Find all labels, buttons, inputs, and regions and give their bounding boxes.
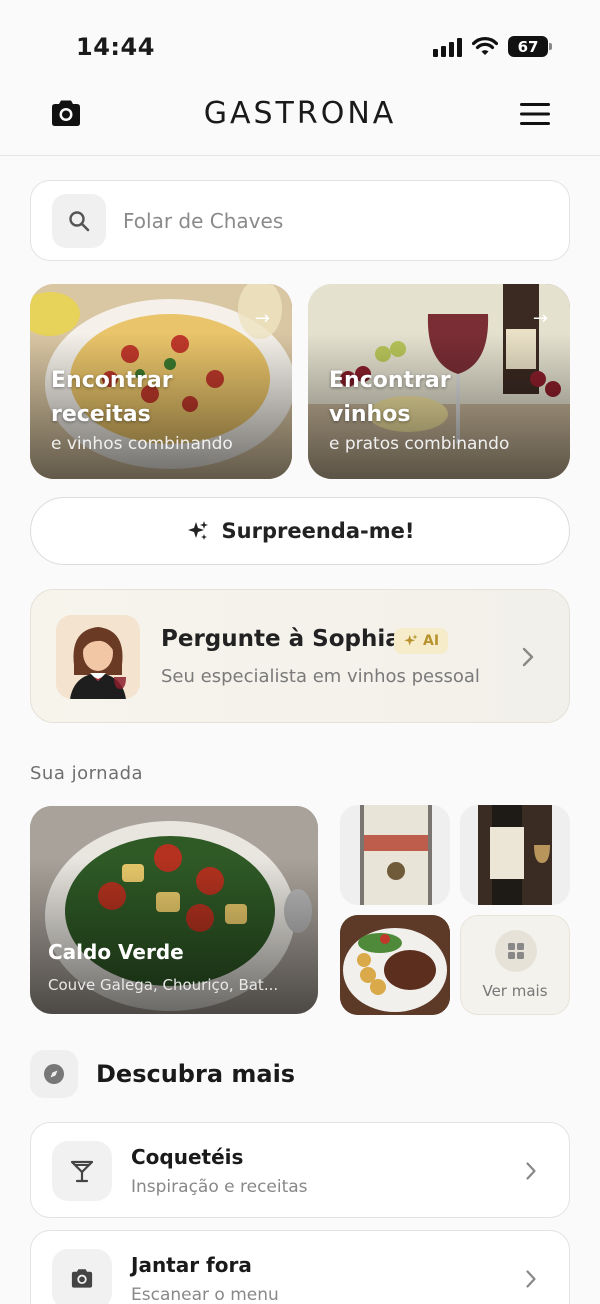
chevron-right-icon: [522, 647, 534, 667]
menu-icon[interactable]: [518, 100, 552, 128]
status-icons: 67: [433, 36, 552, 57]
journey-main-subtitle: Couve Galega, Chouriço, Bat...: [48, 976, 279, 994]
sophia-title: Pergunte à Sophia: [161, 626, 401, 652]
sophia-subtitle: Seu especialista em vinhos pessoal: [161, 666, 480, 687]
grid-icon: [495, 930, 537, 972]
steak-dish-image: [340, 915, 450, 1015]
journey-main-title: Caldo Verde: [48, 940, 184, 964]
card-title: Encontrar vinhos: [329, 368, 451, 427]
journey-main-card[interactable]: Caldo Verde Couve Galega, Chouriço, Bat.…: [30, 806, 318, 1014]
ai-badge-label: AI: [423, 633, 440, 649]
arrow-right-icon: →: [532, 308, 548, 329]
compass-icon: [30, 1050, 78, 1098]
see-more-button[interactable]: Ver mais: [460, 915, 570, 1015]
search-box[interactable]: [30, 180, 570, 261]
ask-sophia-card[interactable]: Pergunte à Sophia AI Seu especialista em…: [30, 589, 570, 723]
card-subtitle: e pratos combinando: [329, 434, 510, 454]
dine-out-subtitle: Escanear o menu: [131, 1285, 279, 1304]
status-time: 14:44: [76, 33, 155, 61]
status-bar: 14:44 67: [0, 0, 600, 80]
dine-out-item[interactable]: Jantar fora Escanear o menu: [30, 1230, 570, 1304]
find-recipes-card[interactable]: → Encontrar receitas e vinhos combinando: [30, 284, 292, 479]
wine-bottle-image: [340, 805, 450, 905]
surprise-me-label: Surpreenda-me!: [221, 519, 415, 543]
ai-badge: AI: [394, 628, 449, 654]
see-more-label: Ver mais: [482, 982, 548, 1000]
journey-wine-thumb[interactable]: [460, 805, 570, 905]
search-icon[interactable]: [52, 194, 106, 248]
sparkles-icon: [404, 634, 418, 646]
card-subtitle: e vinhos combinando: [51, 434, 233, 454]
cocktails-item[interactable]: Coquetéis Inspiração e receitas: [30, 1122, 570, 1218]
cocktails-subtitle: Inspiração e receitas: [131, 1177, 308, 1197]
arrow-right-icon: →: [254, 308, 270, 329]
battery-icon: 67: [508, 36, 552, 57]
search-input[interactable]: [123, 201, 543, 241]
sparkles-icon: [187, 521, 208, 540]
wifi-icon: [472, 36, 498, 55]
signal-icon: [433, 37, 462, 57]
app-title: GASTRONA: [203, 96, 397, 131]
camera-icon: [52, 1249, 112, 1304]
cocktail-icon: [52, 1141, 112, 1201]
discover-title: Descubra mais: [96, 1060, 296, 1088]
surprise-me-button[interactable]: Surpreenda-me!: [30, 497, 570, 565]
cocktails-title: Coquetéis: [131, 1145, 244, 1169]
journey-wine-thumb[interactable]: [340, 805, 450, 905]
journey-steak-thumb[interactable]: [340, 915, 450, 1015]
chevron-right-icon: [526, 1162, 536, 1180]
app-header: GASTRONA: [0, 80, 600, 156]
chevron-right-icon: [526, 1270, 536, 1288]
dine-out-title: Jantar fora: [131, 1253, 252, 1277]
find-wines-card[interactable]: → Encontrar vinhos e pratos combinando: [308, 284, 570, 479]
journey-section-label: Sua jornada: [30, 763, 144, 784]
sophia-avatar: [56, 615, 140, 699]
wine-bottle-image: [460, 805, 570, 905]
battery-level: 67: [517, 37, 539, 56]
card-title: Encontrar receitas: [51, 368, 173, 427]
